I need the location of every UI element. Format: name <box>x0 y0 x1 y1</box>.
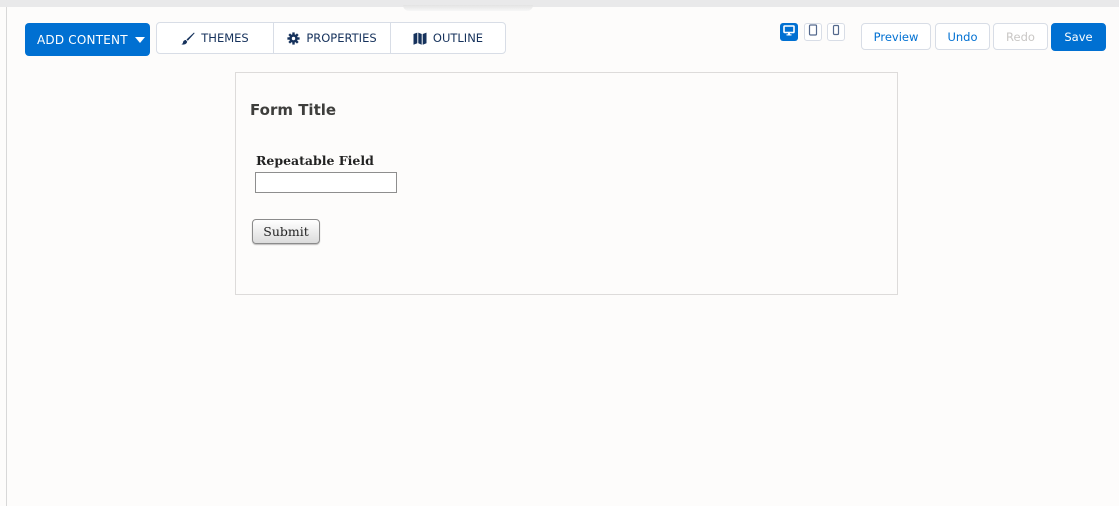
window-top-bar <box>0 0 1119 7</box>
editor-tab-group: THEMES PROPERTIES OUTLINE <box>156 22 506 54</box>
submit-button[interactable]: Submit <box>252 219 320 244</box>
tab-outline[interactable]: OUTLINE <box>390 23 505 53</box>
tab-properties-label: PROPERTIES <box>306 31 377 45</box>
desktop-icon <box>783 23 795 41</box>
panel-handle <box>403 5 533 11</box>
preview-label: Preview <box>873 29 919 44</box>
phone-icon <box>832 23 840 41</box>
undo-button[interactable]: Undo <box>935 23 990 50</box>
redo-label: Redo <box>1006 29 1035 44</box>
map-icon <box>413 32 427 45</box>
redo-button: Redo <box>993 23 1048 50</box>
caret-down-icon <box>134 36 145 43</box>
repeatable-field-label: Repeatable Field <box>256 153 374 168</box>
device-desktop-button[interactable] <box>780 23 798 41</box>
tab-properties[interactable]: PROPERTIES <box>273 23 390 53</box>
gear-icon <box>287 31 300 45</box>
form-canvas[interactable]: Form Title Repeatable Field Submit <box>235 72 898 295</box>
preview-button[interactable]: Preview <box>861 23 931 50</box>
window-left-border <box>6 7 7 506</box>
tab-themes-label: THEMES <box>201 31 249 45</box>
paintbrush-icon <box>181 32 195 45</box>
device-phone-button[interactable] <box>827 23 845 41</box>
form-title[interactable]: Form Title <box>250 101 336 119</box>
undo-label: Undo <box>947 29 978 44</box>
tablet-icon <box>808 23 818 41</box>
save-label: Save <box>1064 30 1093 44</box>
tab-outline-label: OUTLINE <box>432 31 484 45</box>
repeatable-field-input[interactable] <box>255 172 397 193</box>
save-button[interactable]: Save <box>1051 23 1106 51</box>
tab-themes[interactable]: THEMES <box>157 23 273 53</box>
device-tablet-button[interactable] <box>804 23 822 41</box>
add-content-label: ADD CONTENT <box>37 32 128 47</box>
add-content-button[interactable]: ADD CONTENT <box>25 23 150 56</box>
